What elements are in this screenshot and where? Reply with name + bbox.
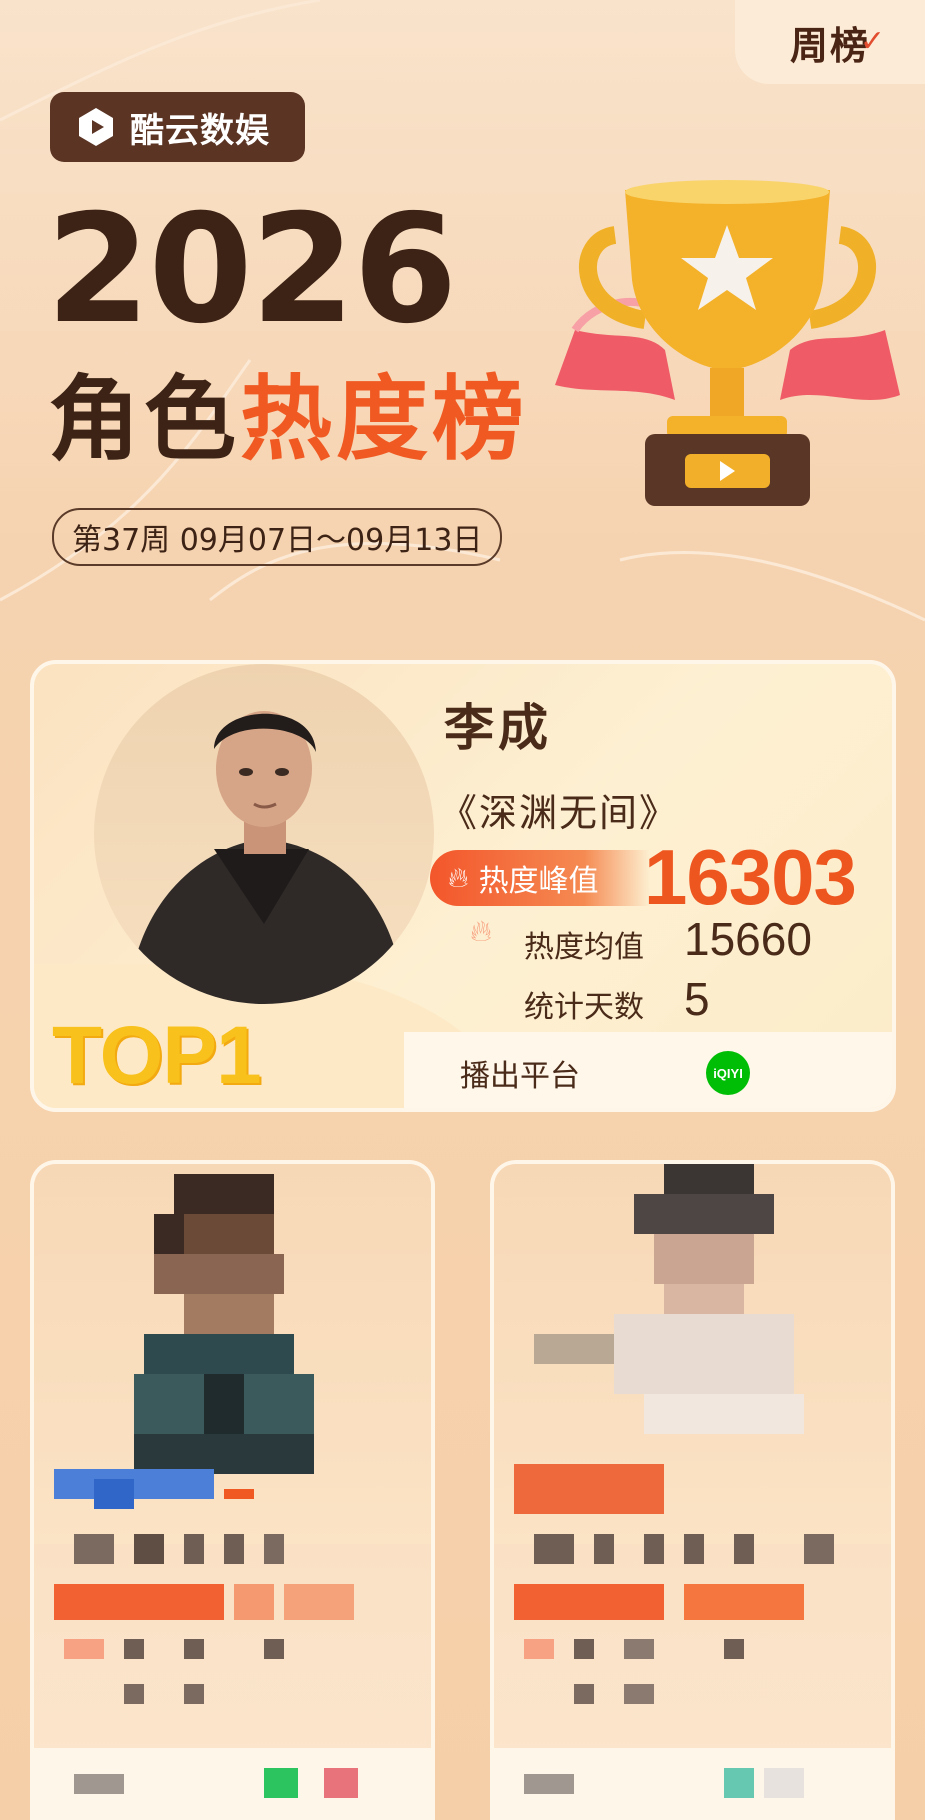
platform-label: 播出平台	[460, 1059, 580, 1094]
check-icon: ✓	[859, 24, 887, 59]
flame-icon-small: 🔥︎	[470, 914, 493, 949]
avg-value: 15660	[684, 913, 812, 965]
days-value: 5	[684, 973, 710, 1025]
rank3-card[interactable]	[490, 1160, 895, 1820]
obscured-content	[514, 1164, 834, 1704]
title-prefix: 角色	[48, 366, 241, 473]
brand-badge: 酷云数娱	[50, 92, 305, 162]
brand-name: 酷云数娱	[130, 110, 270, 151]
obscured-content	[54, 1174, 354, 1704]
rank-label: TOP1	[52, 1010, 262, 1101]
title-hot: 热度榜	[240, 366, 529, 473]
card-footer	[34, 1748, 431, 1820]
peak-label: 热度峰值	[478, 864, 599, 899]
trophy-icon	[555, 180, 900, 506]
week-tab[interactable]: 周榜 ✓	[735, 0, 925, 84]
peak-label-pill: 🔥︎ 热度峰值	[430, 850, 650, 906]
date-range-pill: 第37周 09月07日～09月13日	[52, 508, 503, 566]
page-title: 角色热度榜	[48, 365, 528, 475]
date-range: 第37周 09月07日～09月13日	[72, 523, 483, 558]
week-tab-label: 周榜	[789, 23, 870, 68]
peak-value: 16303	[644, 833, 857, 921]
brand-logo-icon	[79, 108, 113, 146]
top1-card[interactable]: TOP1 李成 《深渊无间》 🔥︎ 热度峰值 16303 🔥︎ 热度均值 156…	[30, 660, 896, 1112]
character-portrait	[94, 664, 434, 1004]
show-title: 《深渊无间》	[439, 791, 680, 835]
iqiyi-logo-icon[interactable]: iQIYI	[706, 1051, 750, 1095]
card-footer	[494, 1748, 891, 1820]
flame-icon: 🔥︎	[448, 861, 469, 894]
avg-label: 热度均值	[524, 930, 644, 965]
iqiyi-logo-text: iQIYI	[713, 1065, 743, 1081]
days-label: 统计天数	[524, 990, 644, 1025]
character-name: 李成	[444, 699, 552, 757]
platform-bar: 播出平台 iQIYI	[404, 1032, 892, 1108]
rank2-card[interactable]	[30, 1160, 435, 1820]
year-heading: 2026	[46, 183, 457, 357]
